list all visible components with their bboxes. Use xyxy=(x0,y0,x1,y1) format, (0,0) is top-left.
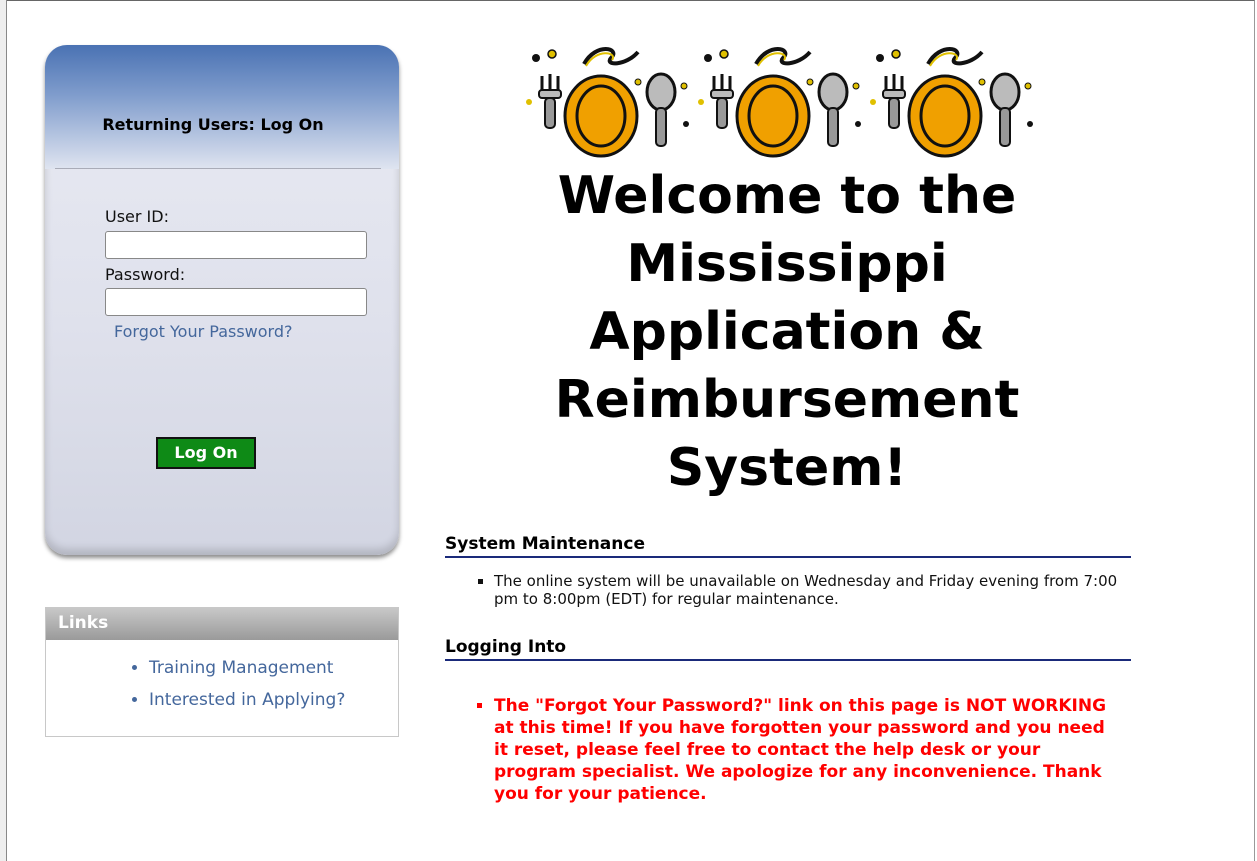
logging-into-list: The "Forgot Your Password?" link on this… xyxy=(494,695,1114,805)
interested-in-applying-link[interactable]: Interested in Applying? xyxy=(149,690,345,710)
log-on-button[interactable]: Log On xyxy=(156,437,256,469)
login-panel: Returning Users: Log On User ID: Passwor… xyxy=(45,45,399,555)
list-item: Training Management xyxy=(149,658,345,678)
training-management-link[interactable]: Training Management xyxy=(149,658,333,678)
links-header: Links xyxy=(46,608,398,640)
password-label: Password: xyxy=(105,265,186,284)
system-maintenance-list: The online system will be unavailable on… xyxy=(494,572,1134,608)
user-id-label: User ID: xyxy=(105,207,169,226)
login-panel-header xyxy=(45,45,399,169)
welcome-line: Reimbursement xyxy=(554,370,1020,430)
list-item: Interested in Applying? xyxy=(149,690,345,710)
links-list: Training Management Interested in Applyi… xyxy=(149,658,345,722)
password-input[interactable] xyxy=(105,288,367,316)
user-id-input[interactable] xyxy=(105,231,367,259)
system-maintenance-heading: System Maintenance xyxy=(445,534,1131,558)
alert-message: The "Forgot Your Password?" link on this… xyxy=(494,695,1114,805)
welcome-line: Welcome to the xyxy=(557,166,1017,226)
login-title: Returning Users: Log On xyxy=(102,115,324,134)
forgot-password-link[interactable]: Forgot Your Password? xyxy=(114,322,293,341)
welcome-line: Application & xyxy=(589,302,985,362)
logging-into-heading: Logging Into xyxy=(445,637,1131,661)
welcome-line: System! xyxy=(666,438,908,498)
login-divider xyxy=(55,168,381,169)
welcome-line: Mississippi xyxy=(626,234,948,294)
links-box: Links Training Management Interested in … xyxy=(45,607,399,737)
list-item: The online system will be unavailable on… xyxy=(494,572,1134,608)
dining-banner-graphic xyxy=(526,47,1035,158)
window-left-edge xyxy=(0,0,7,861)
welcome-heading: Welcome to the Mississippi Application &… xyxy=(462,162,1112,502)
